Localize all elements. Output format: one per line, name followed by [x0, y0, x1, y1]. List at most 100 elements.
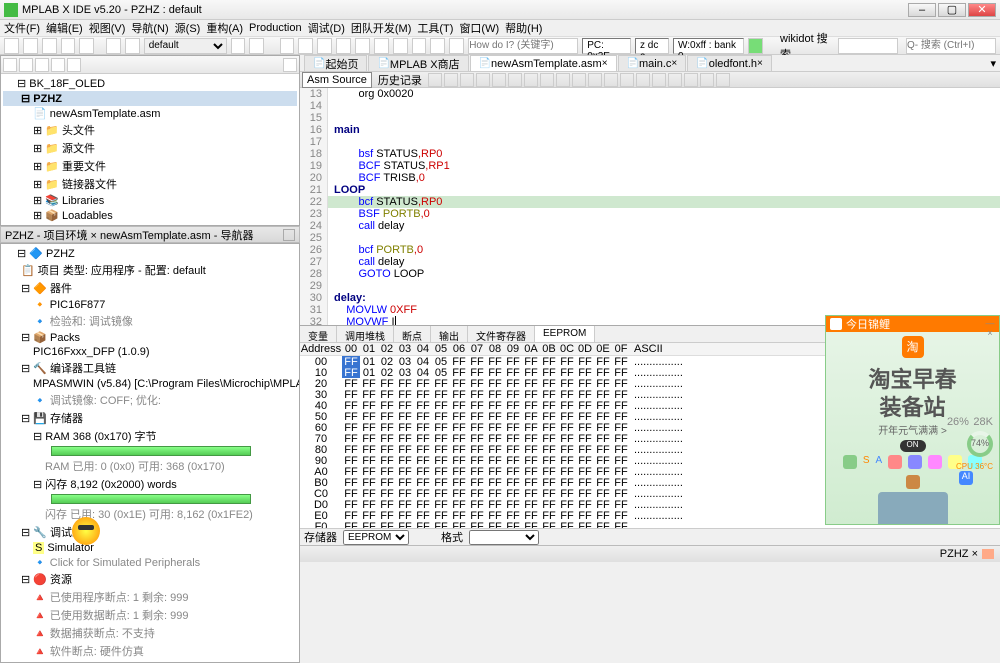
tree-item[interactable]: 📄 newAsmTemplate.asm [3, 106, 297, 121]
mem-tab[interactable]: EEPROM [535, 326, 595, 342]
code-editor[interactable]: 13 org 0x0020141516main1718 bsf STATUS,R… [300, 88, 1000, 325]
mem-tab[interactable]: 变量 [300, 326, 337, 342]
tray-icon[interactable] [888, 455, 902, 469]
ed-btn[interactable] [700, 73, 714, 87]
editor-history-tab[interactable]: 历史记录 [374, 71, 426, 89]
ed-btn[interactable] [716, 73, 730, 87]
nav-item[interactable]: ⊟ 🔴 资源 [3, 570, 297, 588]
ed-btn[interactable] [524, 73, 538, 87]
tree-item[interactable]: ⊞ 📦 Loadables [3, 208, 297, 223]
nav-item[interactable]: ⊟ 🔨 编译器工具链 [3, 359, 297, 377]
wikidot-search[interactable] [838, 38, 898, 54]
tree-root[interactable]: ⊟ BK_18F_OLED [3, 76, 297, 91]
new-project-button[interactable] [23, 38, 38, 54]
menu-item[interactable]: 团队开发(M) [351, 20, 412, 36]
ed-btn[interactable] [444, 73, 458, 87]
tree-item[interactable]: ⊞ 📁 源文件 [3, 139, 297, 157]
set-pc-button[interactable] [430, 38, 445, 54]
ed-btn[interactable] [684, 73, 698, 87]
step-into-button[interactable] [374, 38, 389, 54]
nav-item[interactable]: 📋 项目 类型: 应用程序 - 配置: default [3, 261, 297, 279]
ed-btn[interactable] [652, 73, 666, 87]
panel-min-icon[interactable] [283, 58, 297, 72]
tab-start[interactable]: 📄 起始页 [304, 55, 367, 71]
ed-btn[interactable] [620, 73, 634, 87]
editor-source-tab[interactable]: Asm Source [302, 72, 372, 88]
quick-search[interactable] [906, 38, 996, 54]
mem-type-select[interactable]: EEPROM [343, 530, 409, 545]
debug-button[interactable] [298, 38, 313, 54]
menu-item[interactable]: 重构(A) [206, 20, 243, 36]
ed-btn[interactable] [540, 73, 554, 87]
ed-btn[interactable] [636, 73, 650, 87]
tray-icon[interactable] [928, 455, 942, 469]
promo-close-button[interactable]: — × [983, 318, 997, 330]
nav-item[interactable]: ⊟ 📦 Packs [3, 330, 297, 345]
build-button[interactable] [231, 38, 246, 54]
tree-project[interactable]: ⊟ PZHZ [3, 91, 297, 106]
cart-icon[interactable] [748, 38, 763, 54]
tab-file[interactable]: 📄 main.c × [618, 55, 687, 71]
ed-btn[interactable] [588, 73, 602, 87]
tree-item[interactable]: ⊞ 📁 头文件 [3, 121, 297, 139]
save-button[interactable] [61, 38, 76, 54]
nav-item[interactable]: ⊟ 🔶 器件 [3, 279, 297, 297]
navigator-tree[interactable]: ⊟ 🔷 PZHZ 📋 项目 类型: 应用程序 - 配置: default ⊟ 🔶… [1, 244, 299, 662]
tabs-dropdown-icon[interactable]: ▾ [986, 57, 1000, 70]
nav-item[interactable]: ⊟ 🔧 调试工具 [3, 523, 297, 541]
ai-badge[interactable]: AI [959, 471, 973, 485]
ed-btn[interactable] [668, 73, 682, 87]
ed-btn[interactable] [572, 73, 586, 87]
menu-item[interactable]: 帮助(H) [505, 20, 542, 36]
menu-item[interactable]: 导航(N) [131, 20, 168, 36]
tray-icon[interactable] [908, 455, 922, 469]
pause-button[interactable] [317, 38, 332, 54]
step-over-button[interactable] [355, 38, 370, 54]
menu-item[interactable]: 窗口(W) [459, 20, 499, 36]
ed-btn[interactable] [508, 73, 522, 87]
promo-toggle[interactable]: ON [900, 440, 926, 452]
tab-store[interactable]: 📄 MPLAB X商店 [368, 55, 468, 71]
tray-icon[interactable] [843, 455, 857, 469]
proj-tb-3[interactable] [35, 58, 49, 72]
ed-btn[interactable] [476, 73, 490, 87]
run-button[interactable] [280, 38, 295, 54]
ed-btn[interactable] [556, 73, 570, 87]
nav-item[interactable]: ⊟ 💾 存储器 [3, 409, 297, 427]
howdoi-input[interactable] [468, 38, 578, 54]
tree-item[interactable]: ⊞ 📁 重要文件 [3, 157, 297, 175]
menu-item[interactable]: 编辑(E) [46, 20, 83, 36]
step-out-button[interactable] [393, 38, 408, 54]
reset-button[interactable] [336, 38, 351, 54]
tab-file[interactable]: 📄 oledfont.h × [687, 55, 772, 71]
tree-item[interactable]: ⊞ 📁 链接器文件 [3, 175, 297, 193]
maximize-button[interactable]: ▢ [938, 3, 966, 17]
close-button[interactable]: ✕ [968, 3, 996, 17]
config-combo[interactable]: default [144, 38, 227, 54]
proj-tb-5[interactable] [67, 58, 81, 72]
menu-item[interactable]: 调试(D) [308, 20, 345, 36]
ed-btn[interactable] [428, 73, 442, 87]
run-to-cursor-button[interactable] [412, 38, 427, 54]
menu-item[interactable]: 视图(V) [89, 20, 126, 36]
menu-item[interactable]: 工具(T) [417, 20, 453, 36]
mem-format-select[interactable] [469, 530, 539, 545]
proj-tb-2[interactable] [19, 58, 33, 72]
proj-tb-4[interactable] [51, 58, 65, 72]
redo-button[interactable] [125, 38, 140, 54]
open-button[interactable] [42, 38, 57, 54]
ed-btn[interactable] [492, 73, 506, 87]
menu-item[interactable]: Production [249, 22, 302, 34]
tree-item[interactable]: ⊞ 📚 Libraries [3, 193, 297, 208]
menu-item[interactable]: 源(S) [175, 20, 201, 36]
tab-file-active[interactable]: 📄 newAsmTemplate.asm × [470, 55, 617, 71]
ed-btn[interactable] [604, 73, 618, 87]
focus-cursor-button[interactable] [449, 38, 464, 54]
tray-icon[interactable] [906, 475, 920, 489]
clean-build-button[interactable] [249, 38, 264, 54]
ed-btn[interactable] [460, 73, 474, 87]
new-file-button[interactable] [4, 38, 19, 54]
mem-tab[interactable]: 断点 [394, 326, 431, 342]
project-tree[interactable]: ⊟ BK_18F_OLED ⊟ PZHZ 📄 newAsmTemplate.as… [1, 74, 299, 225]
nav-close-icon[interactable] [283, 229, 295, 241]
